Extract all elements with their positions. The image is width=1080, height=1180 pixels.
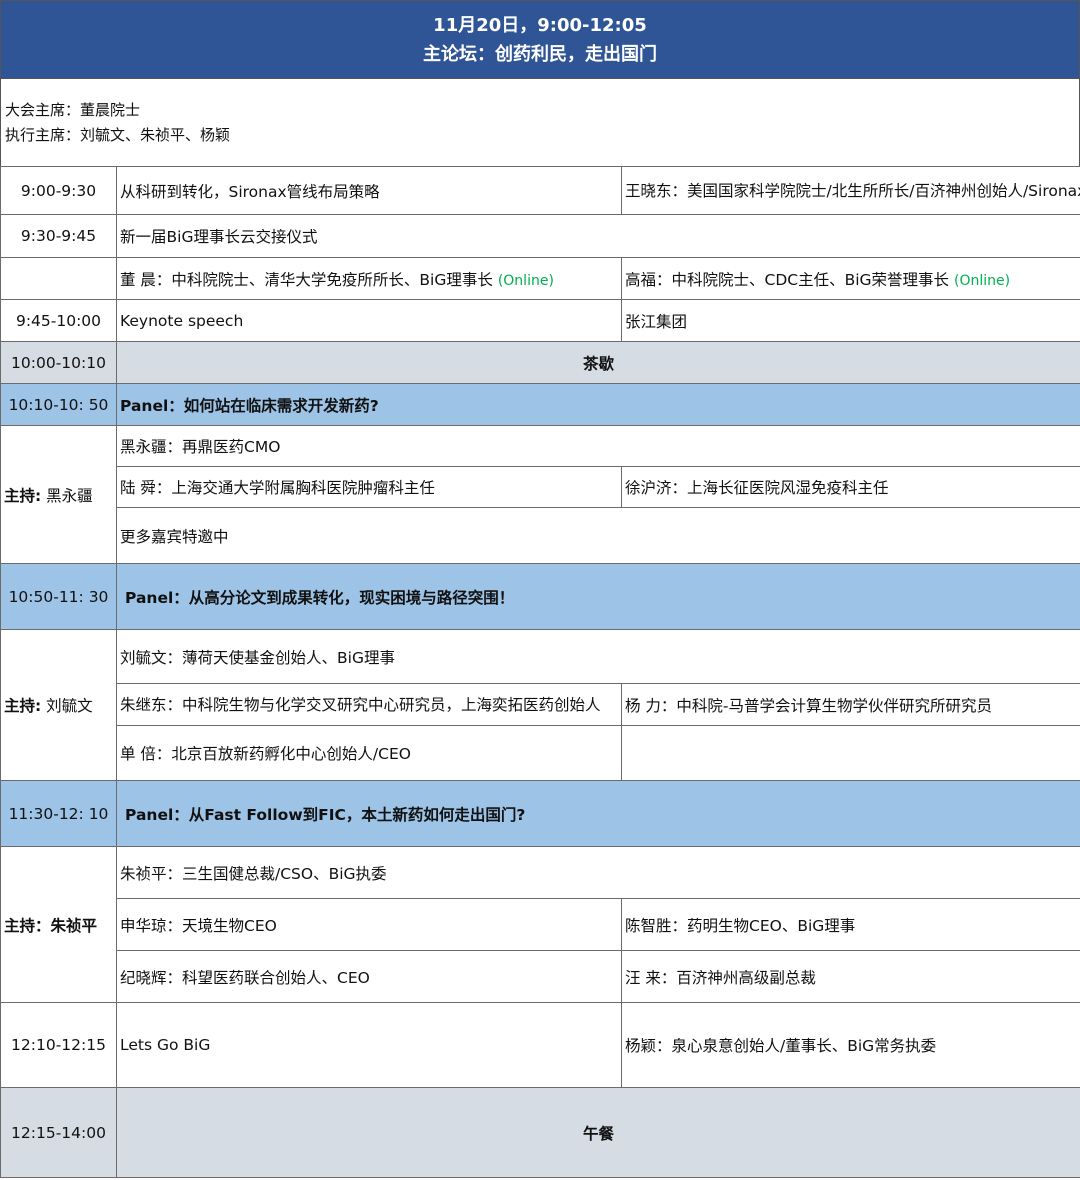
speaker-name: 董 晨：中科院院士、清华大学免疫所所长、BiG理事长 [120,270,493,289]
host-prefix: 主持: [4,486,42,505]
agenda-row: 9:45-10:00 Keynote speech 张江集团 [0,299,1080,342]
speaker: 杨颖：泉心泉意创始人/董事长、BiG常务执委 [621,1002,1080,1088]
panel-guest-row: 更多嘉宾特邀中 [1,507,1080,564]
online-tag: (Online) [953,272,1011,289]
session-date-time: 11月20日，9:00-12:05 [433,14,647,36]
panel-guest: 朱继东：中科院生物与化学交叉研究中心研究员，上海奕拓医药创始人 [116,683,622,726]
online-tag: (Online) [497,272,554,289]
time-slot: 10:10-10: 50 [0,383,117,426]
panel-header-row: 11:30-12: 10 Panel：从Fast Follow到FIC，本土新药… [0,780,1080,847]
speaker: 王晓东：美国国家科学院院士/北生所所长/百济神州创始人/Sironax创始人、B… [621,166,1080,215]
time-slot: 9:00-9:30 [0,166,117,215]
agenda-row: 9:30-9:45 新一届BiG理事长云交接仪式 [0,214,1080,258]
agenda-row: 12:10-12:15 Lets Go BiG 杨颖：泉心泉意创始人/董事长、B… [0,1002,1080,1088]
panel-header-row: 10:10-10: 50 Panel：如何站在临床需求开发新药? [0,383,1080,426]
panel-guest: 陈智胜：药明生物CEO、BiG理事 [621,898,1080,951]
empty-cell [621,725,1080,781]
speaker: 张江集团 [621,299,1080,342]
panel-guest: 徐沪济：上海长征医院风湿免疫科主任 [621,466,1080,508]
break-row: 10:00-10:10 茶歇 [0,341,1080,384]
panel-guest-row: 申华琼：天境生物CEO 陈智胜：药明生物CEO、BiG理事 [1,898,1080,951]
panel-guest: 单 倍：北京百放新药孵化中心创始人/CEO [116,725,622,781]
panel-title: Panel：从Fast Follow到FIC，本土新药如何走出国门? [116,780,1080,847]
lunch-label: 午餐 [116,1087,1080,1178]
panel-guest-row: 朱继东：中科院生物与化学交叉研究中心研究员，上海奕拓医药创始人 杨 力：中科院-… [1,683,1080,726]
talk-topic: 从科研到转化，Sironax管线布局策略 [116,166,622,215]
break-row: 12:15-14:00 午餐 [0,1087,1080,1178]
empty-time-cell [0,257,117,300]
panel-guest-row: 陆 舜：上海交通大学附属胸科医院肿瘤科主任 徐沪济：上海长征医院风湿免疫科主任 [1,466,1080,508]
panel-guest: 刘毓文：薄荷天使基金创始人、BiG理事 [116,629,1080,684]
panel-host: 主持: 刘毓文 [0,629,117,781]
panel-guest: 黑永疆：再鼎医药CMO [116,425,1080,467]
panel-title: Panel：如何站在临床需求开发新药? [116,383,1080,426]
time-slot: 12:15-14:00 [0,1087,117,1178]
time-slot: 12:10-12:15 [0,1002,117,1088]
speaker-name: 高福：中科院院士、CDC主任、BiG荣誉理事长 [625,270,950,289]
panel-host: 主持：朱祯平 [0,846,117,1003]
time-slot: 11:30-12: 10 [0,780,117,847]
agenda-row: 9:00-9:30 从科研到转化，Sironax管线布局策略 王晓东：美国国家科… [0,166,1080,215]
agenda-row: 董 晨：中科院院士、清华大学免疫所所长、BiG理事长 (Online) 高福：中… [0,257,1080,300]
forum-title: 主论坛：创药利民，走出国门 [423,43,657,65]
tea-break-label: 茶歇 [116,341,1080,384]
time-slot: 10:50-11: 30 [0,563,117,630]
speaker: 董 晨：中科院院士、清华大学免疫所所长、BiG理事长 (Online) [116,257,622,300]
agenda-sheet: 11月20日，9:00-12:05 主论坛：创药利民，走出国门 大会主席：董晨院… [0,0,1080,1180]
panel-guest: 陆 舜：上海交通大学附属胸科医院肿瘤科主任 [116,466,622,508]
time-slot: 10:00-10:10 [0,341,117,384]
panel-guest: 汪 来：百济神州高级副总裁 [621,950,1080,1003]
panel-guest: 更多嘉宾特邀中 [116,507,1080,564]
agenda-header: 11月20日，9:00-12:05 主论坛：创药利民，走出国门 [0,0,1080,79]
time-slot: 9:45-10:00 [0,299,117,342]
panel-guest-row: 单 倍：北京百放新药孵化中心创始人/CEO [1,725,1080,781]
panel-host: 主持: 黑永疆 [0,425,117,564]
talk-topic: Keynote speech [116,299,622,342]
talk-topic: Lets Go BiG [116,1002,622,1088]
panel-guest-row: 主持: 黑永疆 黑永疆：再鼎医药CMO [0,425,1080,564]
time-slot: 9:30-9:45 [0,214,117,258]
agenda-table: 9:00-9:30 从科研到转化，Sironax管线布局策略 王晓东：美国国家科… [0,166,1080,1178]
panel-guest: 杨 力：中科院-马普学会计算生物学伙伴研究所研究员 [621,683,1080,726]
chairs-block: 大会主席：董晨院士 执行主席：刘毓文、朱祯平、杨颖 [0,79,1080,166]
panel-guest-row: 纪晓辉：科望医药联合创始人、CEO 汪 来：百济神州高级副总裁 [1,950,1080,1003]
panel-title: Panel：从高分论文到成果转化，现实困境与路径突围！ [116,563,1080,630]
conference-chair: 大会主席：董晨院士 [5,101,141,119]
panel-guest-row: 主持: 刘毓文 刘毓文：薄荷天使基金创始人、BiG理事 [0,629,1080,781]
host-name: 黑永疆 [46,486,93,505]
speaker: 高福：中科院院士、CDC主任、BiG荣誉理事长 (Online) [621,257,1080,300]
panel-guest: 朱祯平：三生国健总裁/CSO、BiG执委 [116,846,1080,899]
panel-guest: 纪晓辉：科望医药联合创始人、CEO [116,950,622,1003]
panel-header-row: 10:50-11: 30 Panel：从高分论文到成果转化，现实困境与路径突围！ [0,563,1080,630]
panel-guest-row: 主持：朱祯平 朱祯平：三生国健总裁/CSO、BiG执委 [0,846,1080,1003]
executive-chairs: 执行主席：刘毓文、朱祯平、杨颖 [5,126,231,144]
ceremony-topic: 新一届BiG理事长云交接仪式 [116,214,1080,258]
panel-guest: 申华琼：天境生物CEO [116,898,622,951]
host-name: 刘毓文 [46,697,93,715]
host-prefix: 主持: [4,697,42,715]
